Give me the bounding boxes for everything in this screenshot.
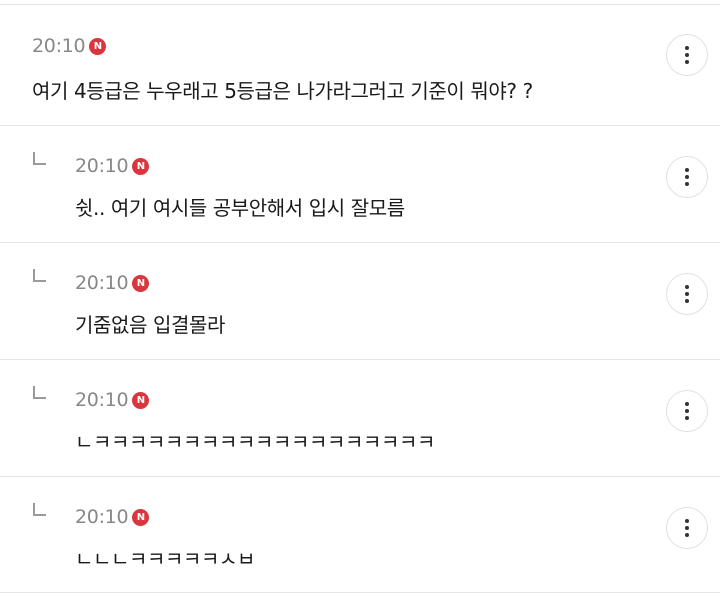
dot-icon — [685, 168, 689, 172]
new-badge-icon: N — [132, 157, 150, 175]
comment-text: ㄴㅋㅋㅋㅋㅋㅋㅋㅋㅋㅋㅋㅋㅋㅋㅋㅋㅋㅋㅋ — [75, 430, 435, 454]
dot-icon — [685, 299, 689, 303]
reply-item: 20:10 N 쉿.. 여기 여시들 공부안해서 입시 잘모름 — [0, 126, 720, 243]
comment-text: ㄴㄴㄴㅋㅋㅋㅋㅋㅅㅂ — [75, 547, 255, 571]
dot-icon — [685, 53, 689, 57]
more-options-button[interactable] — [666, 273, 708, 315]
reply-arrow-icon — [33, 386, 46, 399]
dot-icon — [685, 175, 689, 179]
dot-icon — [685, 46, 689, 50]
dot-icon — [685, 402, 689, 406]
comment-text: 여기 4등급은 누우래고 5등급은 나가라그러고 기준이 뭐야? ? — [32, 79, 533, 103]
comment-time: 20:10 — [75, 272, 129, 294]
reply-arrow-icon — [33, 503, 46, 516]
comment-meta: 20:10 N — [75, 389, 150, 411]
comment-meta: 20:10 N — [75, 272, 150, 294]
comment-list: 20:10 N 여기 4등급은 누우래고 5등급은 나가라그러고 기준이 뭐야?… — [0, 4, 720, 593]
dot-icon — [685, 519, 689, 523]
more-options-button[interactable] — [666, 390, 708, 432]
dot-icon — [685, 416, 689, 420]
new-badge-icon: N — [89, 37, 107, 55]
new-badge-icon: N — [132, 508, 150, 526]
new-badge-icon: N — [132, 391, 150, 409]
comment-meta: 20:10 N — [75, 155, 150, 177]
reply-item: 20:10 N ㄴㅋㅋㅋㅋㅋㅋㅋㅋㅋㅋㅋㅋㅋㅋㅋㅋㅋㅋㅋ — [0, 360, 720, 477]
comment-text: 쉿.. 여기 여시들 공부안해서 입시 잘모름 — [75, 196, 405, 220]
comment-time: 20:10 — [75, 389, 129, 411]
more-options-button[interactable] — [666, 507, 708, 549]
more-options-button[interactable] — [666, 156, 708, 198]
comment-item: 20:10 N 여기 4등급은 누우래고 5등급은 나가라그러고 기준이 뭐야?… — [0, 4, 720, 126]
dot-icon — [685, 526, 689, 530]
reply-arrow-icon — [33, 152, 46, 165]
dot-icon — [685, 182, 689, 186]
reply-arrow-icon — [33, 269, 46, 282]
comment-text: 기줌없음 입결몰라 — [75, 313, 225, 337]
comment-meta: 20:10 N — [75, 506, 150, 528]
more-options-button[interactable] — [666, 34, 708, 76]
comment-time: 20:10 — [32, 35, 86, 57]
dot-icon — [685, 285, 689, 289]
dot-icon — [685, 409, 689, 413]
new-badge-icon: N — [132, 274, 150, 292]
dot-icon — [685, 533, 689, 537]
dot-icon — [685, 292, 689, 296]
comment-time: 20:10 — [75, 506, 129, 528]
dot-icon — [685, 60, 689, 64]
reply-item: 20:10 N 기줌없음 입결몰라 — [0, 243, 720, 360]
comment-meta: 20:10 N — [32, 35, 107, 57]
comment-time: 20:10 — [75, 155, 129, 177]
reply-item: 20:10 N ㄴㄴㄴㅋㅋㅋㅋㅋㅅㅂ — [0, 477, 720, 593]
